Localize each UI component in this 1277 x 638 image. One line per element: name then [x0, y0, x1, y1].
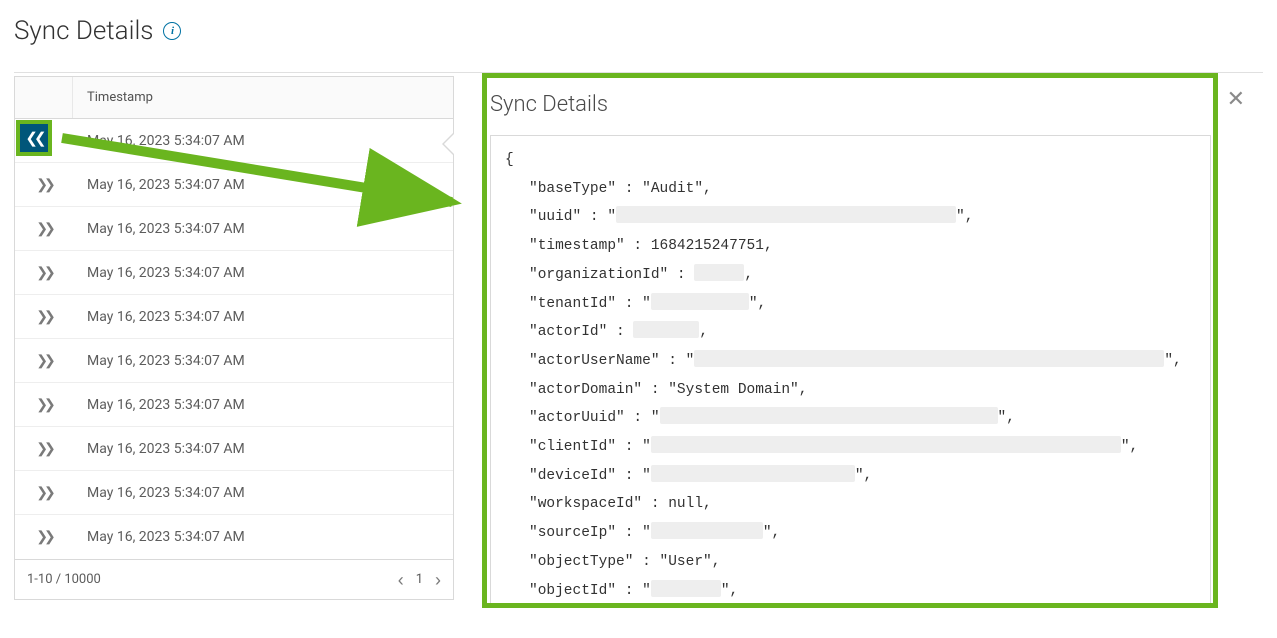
redacted-value	[616, 206, 956, 223]
json-line: "objectId" : "",	[505, 577, 1196, 606]
redacted-value	[694, 350, 1164, 367]
timestamp-cell: May 16, 2023 5:34:07 AM	[73, 441, 453, 457]
pager: ‹ 1 ›	[398, 571, 441, 589]
page-title: Sync Details i	[14, 16, 1263, 46]
expand-row-button[interactable]: ❯❯	[15, 163, 73, 206]
redacted-value	[660, 407, 998, 424]
redacted-value	[651, 436, 1121, 453]
divider	[14, 72, 1263, 73]
json-line: "clientId" : "",	[505, 433, 1196, 462]
expand-row-button[interactable]: ❯❯	[15, 339, 73, 382]
json-line: "actorUuid" : "",	[505, 404, 1196, 433]
table-body: May 16, 2023 5:34:07 AM ❯❯ May 16, 2023 5:…	[15, 119, 453, 559]
table-row[interactable]: ❯❯ May 16, 2023 5:34:07 AM	[15, 163, 453, 207]
redacted-value	[651, 522, 763, 539]
table-row[interactable]: May 16, 2023 5:34:07 AM	[15, 119, 453, 163]
chevron-double-right-icon: ❯❯	[36, 265, 51, 281]
timestamp-cell: May 16, 2023 5:34:07 AM	[73, 309, 453, 325]
json-line: "baseType" : "Audit",	[505, 175, 1196, 204]
table-row[interactable]: ❯❯ May 16, 2023 5:34:07 AM	[15, 339, 453, 383]
json-line: "deviceId" : "",	[505, 462, 1196, 491]
json-line: "workspaceId" : null,	[505, 490, 1196, 519]
table-row[interactable]: ❯❯ May 16, 2023 5:34:07 AM	[15, 515, 453, 559]
json-line: "actorId" : ,	[505, 318, 1196, 347]
selected-row-pointer	[442, 132, 454, 156]
expand-row-button[interactable]: ❯❯	[15, 383, 73, 426]
info-icon[interactable]: i	[163, 22, 181, 40]
timestamp-cell: May 16, 2023 5:34:07 AM	[73, 397, 453, 413]
chevron-double-right-icon: ❯❯	[36, 177, 51, 193]
json-line: "tenantId" : "",	[505, 290, 1196, 319]
table-row[interactable]: ❯❯ May 16, 2023 5:34:07 AM	[15, 427, 453, 471]
chevron-double-right-icon: ❯❯	[36, 485, 51, 501]
detail-title: Sync Details	[490, 92, 1211, 117]
col-expand-header	[15, 77, 73, 118]
table-footer: 1-10 / 10000 ‹ 1 ›	[15, 559, 453, 599]
chevron-double-right-icon: ❯❯	[36, 441, 51, 457]
timestamp-cell: May 16, 2023 5:34:07 AM	[73, 177, 453, 193]
table-header: Timestamp	[15, 77, 453, 119]
prev-page-button[interactable]: ‹	[398, 571, 404, 589]
chevron-double-right-icon: ❯❯	[36, 529, 51, 545]
chevron-double-left-icon: ❮❮	[25, 129, 42, 147]
collapse-button[interactable]: ❮❮	[16, 120, 52, 156]
redacted-value	[651, 580, 721, 597]
json-line: "organizationId" : ,	[505, 261, 1196, 290]
pagination-range: 1-10 / 10000	[27, 572, 101, 587]
redacted-value	[694, 264, 744, 281]
page-title-text: Sync Details	[14, 16, 153, 46]
expand-row-button[interactable]: ❯❯	[15, 471, 73, 514]
timestamp-cell: May 16, 2023 5:34:07 AM	[73, 529, 453, 545]
table-row[interactable]: ❯❯ May 16, 2023 5:34:07 AM	[15, 251, 453, 295]
chevron-double-right-icon: ❯❯	[36, 221, 51, 237]
expand-row-button[interactable]: ❯❯	[15, 207, 73, 250]
timestamp-cell: May 16, 2023 5:34:07 AM	[73, 265, 453, 281]
redacted-value	[651, 293, 749, 310]
json-line: "actorUserName" : "",	[505, 347, 1196, 376]
expand-row-button[interactable]: ❯❯	[15, 295, 73, 338]
timestamp-cell: May 16, 2023 5:34:07 AM	[73, 133, 453, 149]
json-line: "uuid" : "",	[505, 203, 1196, 232]
expand-row-button[interactable]: ❯❯	[15, 251, 73, 294]
table-row[interactable]: ❯❯ May 16, 2023 5:34:07 AM	[15, 471, 453, 515]
next-page-button[interactable]: ›	[435, 571, 441, 589]
chevron-double-right-icon: ❯❯	[36, 353, 51, 369]
detail-json-content[interactable]: {"baseType" : "Audit","uuid" : "","times…	[490, 135, 1211, 608]
timestamp-cell: May 16, 2023 5:34:07 AM	[73, 353, 453, 369]
json-line: "actorDomain" : "System Domain",	[505, 376, 1196, 405]
timestamp-cell: May 16, 2023 5:34:07 AM	[73, 221, 453, 237]
content-area: ❮❮ Timestamp May 16, 2023 5:34:07 AM❯❯Ma…	[14, 76, 1263, 616]
page-number: 1	[416, 572, 423, 587]
redacted-value	[651, 465, 855, 482]
json-line: "sourceIp" : "",	[505, 519, 1196, 548]
close-button[interactable]: ✕	[1227, 88, 1245, 110]
chevron-double-right-icon: ❯❯	[36, 397, 51, 413]
redacted-value	[633, 321, 699, 338]
timestamp-table: ❮❮ Timestamp May 16, 2023 5:34:07 AM❯❯Ma…	[14, 76, 454, 600]
col-timestamp-header: Timestamp	[73, 90, 453, 105]
expand-row-button[interactable]: ❯❯	[15, 427, 73, 470]
expand-row-button[interactable]: ❯❯	[15, 515, 73, 559]
timestamp-cell: May 16, 2023 5:34:07 AM	[73, 485, 453, 501]
table-row[interactable]: ❯❯ May 16, 2023 5:34:07 AM	[15, 383, 453, 427]
chevron-double-right-icon: ❯❯	[36, 309, 51, 325]
json-line: {	[505, 146, 1196, 175]
table-row[interactable]: ❯❯ May 16, 2023 5:34:07 AM	[15, 295, 453, 339]
json-line: "objectType" : "User",	[505, 548, 1196, 577]
detail-panel: ✕ Sync Details {"baseType" : "Audit","uu…	[474, 76, 1263, 616]
table-row[interactable]: ❯❯ May 16, 2023 5:34:07 AM	[15, 207, 453, 251]
json-line: "timestamp" : 1684215247751,	[505, 232, 1196, 261]
